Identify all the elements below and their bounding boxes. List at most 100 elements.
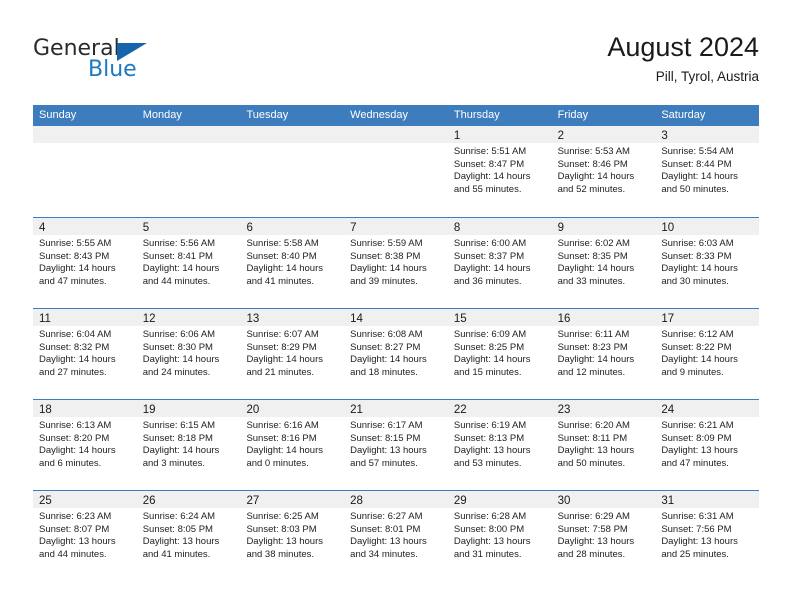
day-number: 20 bbox=[246, 404, 260, 416]
weekday-header-sunday: Sunday bbox=[39, 109, 77, 121]
daynum-band: 3 bbox=[655, 126, 760, 143]
sunrise-text: Sunrise: 5:56 AM bbox=[142, 238, 216, 249]
daynum-band: 14 bbox=[344, 309, 448, 326]
sunset-text: Sunset: 8:11 PM bbox=[557, 432, 628, 444]
day-cell[interactable] bbox=[136, 126, 241, 217]
day-cell[interactable]: 10 Sunrise: 6:03 AM Sunset: 8:33 PM Dayl… bbox=[655, 218, 760, 308]
day-cell[interactable]: 9 Sunrise: 6:02 AM Sunset: 8:35 PM Dayli… bbox=[551, 218, 656, 308]
sunset-text: Sunset: 8:30 PM bbox=[142, 341, 213, 353]
day-number: 1 bbox=[453, 130, 461, 142]
day-info: Sunrise: 6:12 AM Sunset: 8:22 PM Dayligh… bbox=[655, 326, 759, 379]
day-cell[interactable]: 30 Sunrise: 6:29 AM Sunset: 7:58 PM Dayl… bbox=[551, 491, 656, 581]
day-cell[interactable]: 7 Sunrise: 5:59 AM Sunset: 8:38 PM Dayli… bbox=[344, 218, 448, 308]
day-cell[interactable]: 25 Sunrise: 6:23 AM Sunset: 8:07 PM Dayl… bbox=[33, 491, 137, 581]
day-cell[interactable]: 2 Sunrise: 5:53 AM Sunset: 8:46 PM Dayli… bbox=[551, 126, 656, 217]
day-cell[interactable]: 29 Sunrise: 6:28 AM Sunset: 8:00 PM Dayl… bbox=[447, 491, 552, 581]
daynum-band: 9 bbox=[551, 218, 656, 235]
calendar-grid: Sunday Monday Tuesday Wednesday Thursday… bbox=[33, 105, 760, 581]
day-info: Sunrise: 5:58 AM Sunset: 8:40 PM Dayligh… bbox=[240, 235, 344, 288]
day-number: 6 bbox=[246, 222, 253, 234]
daylight-text: Daylight: 14 hours and 41 minutes. bbox=[246, 263, 324, 287]
day-cell[interactable] bbox=[344, 126, 448, 217]
weekday-header-row: Sunday Monday Tuesday Wednesday Thursday… bbox=[33, 105, 759, 126]
daynum-band bbox=[33, 126, 137, 143]
day-number: 4 bbox=[39, 222, 46, 234]
day-cell[interactable]: 13 Sunrise: 6:07 AM Sunset: 8:29 PM Dayl… bbox=[240, 309, 345, 399]
day-info: Sunrise: 6:27 AM Sunset: 8:01 PM Dayligh… bbox=[344, 508, 448, 561]
day-cell[interactable]: 22 Sunrise: 6:19 AM Sunset: 8:13 PM Dayl… bbox=[447, 400, 552, 490]
daylight-text: Daylight: 13 hours and 57 minutes. bbox=[350, 445, 427, 469]
day-cell[interactable]: 26 Sunrise: 6:24 AM Sunset: 8:05 PM Dayl… bbox=[136, 491, 241, 581]
daynum-band: 8 bbox=[447, 218, 552, 235]
day-info: Sunrise: 5:53 AM Sunset: 8:46 PM Dayligh… bbox=[552, 143, 656, 196]
daynum-band: 6 bbox=[240, 218, 345, 235]
sunset-text: Sunset: 8:23 PM bbox=[557, 341, 628, 353]
day-cell[interactable]: 4 Sunrise: 5:55 AM Sunset: 8:43 PM Dayli… bbox=[33, 218, 137, 308]
sunset-text: Sunset: 8:16 PM bbox=[246, 432, 317, 444]
daylight-text: Daylight: 14 hours and 30 minutes. bbox=[661, 263, 738, 287]
brand-logo[interactable]: General Blue bbox=[33, 36, 213, 86]
day-cell[interactable]: 18 Sunrise: 6:13 AM Sunset: 8:20 PM Dayl… bbox=[33, 400, 137, 490]
day-number: 24 bbox=[661, 404, 675, 416]
day-cell[interactable]: 5 Sunrise: 5:56 AM Sunset: 8:41 PM Dayli… bbox=[136, 218, 241, 308]
day-cell[interactable]: 23 Sunrise: 6:20 AM Sunset: 8:11 PM Dayl… bbox=[551, 400, 656, 490]
daynum-band: 10 bbox=[655, 218, 760, 235]
daynum-band: 29 bbox=[447, 491, 552, 508]
daylight-text: Daylight: 14 hours and 52 minutes. bbox=[557, 171, 635, 195]
day-number: 25 bbox=[39, 495, 52, 507]
day-cell[interactable]: 8 Sunrise: 6:00 AM Sunset: 8:37 PM Dayli… bbox=[447, 218, 552, 308]
daylight-text: Daylight: 14 hours and 44 minutes. bbox=[142, 263, 220, 287]
day-number: 18 bbox=[39, 404, 52, 416]
weekday-header-tuesday: Tuesday bbox=[246, 109, 289, 121]
daynum-band: 24 bbox=[655, 400, 760, 417]
weekday-header-thursday: Thursday bbox=[453, 109, 500, 121]
day-info: Sunrise: 6:15 AM Sunset: 8:18 PM Dayligh… bbox=[137, 417, 241, 470]
day-cell[interactable]: 19 Sunrise: 6:15 AM Sunset: 8:18 PM Dayl… bbox=[136, 400, 241, 490]
day-cell[interactable] bbox=[33, 126, 137, 217]
day-cell[interactable]: 14 Sunrise: 6:08 AM Sunset: 8:27 PM Dayl… bbox=[344, 309, 448, 399]
day-cell[interactable]: 20 Sunrise: 6:16 AM Sunset: 8:16 PM Dayl… bbox=[240, 400, 345, 490]
weekday-header-saturday: Saturday bbox=[661, 109, 706, 121]
day-cell[interactable]: 6 Sunrise: 5:58 AM Sunset: 8:40 PM Dayli… bbox=[240, 218, 345, 308]
day-info: Sunrise: 6:08 AM Sunset: 8:27 PM Dayligh… bbox=[344, 326, 448, 379]
day-number: 15 bbox=[453, 313, 467, 325]
day-cell[interactable]: 3 Sunrise: 5:54 AM Sunset: 8:44 PM Dayli… bbox=[655, 126, 760, 217]
sunrise-text: Sunrise: 6:28 AM bbox=[453, 511, 527, 522]
day-cell[interactable]: 17 Sunrise: 6:12 AM Sunset: 8:22 PM Dayl… bbox=[655, 309, 760, 399]
day-cell[interactable] bbox=[240, 126, 345, 217]
page-subtitle: Pill, Tyrol, Austria bbox=[655, 69, 759, 84]
day-cell[interactable]: 11 Sunrise: 6:04 AM Sunset: 8:32 PM Dayl… bbox=[33, 309, 137, 399]
day-cell[interactable]: 21 Sunrise: 6:17 AM Sunset: 8:15 PM Dayl… bbox=[344, 400, 448, 490]
sunrise-text: Sunrise: 6:06 AM bbox=[142, 329, 216, 340]
sunrise-text: Sunrise: 6:29 AM bbox=[557, 511, 630, 522]
daylight-text: Daylight: 14 hours and 36 minutes. bbox=[453, 263, 531, 287]
sunrise-text: Sunrise: 6:11 AM bbox=[557, 329, 630, 340]
day-number: 22 bbox=[453, 404, 467, 416]
daylight-text: Daylight: 13 hours and 47 minutes. bbox=[661, 445, 738, 469]
sunset-text: Sunset: 8:00 PM bbox=[453, 523, 525, 535]
sunrise-text: Sunrise: 6:02 AM bbox=[557, 238, 630, 249]
day-info: Sunrise: 5:56 AM Sunset: 8:41 PM Dayligh… bbox=[137, 235, 241, 288]
daylight-text: Daylight: 14 hours and 50 minutes. bbox=[661, 171, 738, 195]
daynum-band: 11 bbox=[33, 309, 137, 326]
day-cell[interactable]: 12 Sunrise: 6:06 AM Sunset: 8:30 PM Dayl… bbox=[136, 309, 241, 399]
day-cell[interactable]: 1 Sunrise: 5:51 AM Sunset: 8:47 PM Dayli… bbox=[447, 126, 552, 217]
day-cell[interactable]: 31 Sunrise: 6:31 AM Sunset: 7:56 PM Dayl… bbox=[655, 491, 760, 581]
day-info: Sunrise: 6:06 AM Sunset: 8:30 PM Dayligh… bbox=[137, 326, 241, 379]
day-number: 2 bbox=[557, 130, 564, 142]
day-cell[interactable]: 24 Sunrise: 6:21 AM Sunset: 8:09 PM Dayl… bbox=[655, 400, 760, 490]
daynum-band: 25 bbox=[33, 491, 137, 508]
day-info: Sunrise: 6:19 AM Sunset: 8:13 PM Dayligh… bbox=[448, 417, 552, 470]
day-info: Sunrise: 6:24 AM Sunset: 8:05 PM Dayligh… bbox=[137, 508, 241, 561]
daylight-text: Daylight: 13 hours and 41 minutes. bbox=[142, 536, 220, 560]
day-cell[interactable]: 15 Sunrise: 6:09 AM Sunset: 8:25 PM Dayl… bbox=[447, 309, 552, 399]
day-cell[interactable]: 27 Sunrise: 6:25 AM Sunset: 8:03 PM Dayl… bbox=[240, 491, 345, 581]
week-row: 25 Sunrise: 6:23 AM Sunset: 8:07 PM Dayl… bbox=[33, 490, 760, 581]
daynum-band: 28 bbox=[344, 491, 448, 508]
daylight-text: Daylight: 13 hours and 28 minutes. bbox=[557, 536, 635, 560]
day-info: Sunrise: 6:17 AM Sunset: 8:15 PM Dayligh… bbox=[344, 417, 448, 470]
day-number: 28 bbox=[350, 495, 363, 507]
day-cell[interactable]: 16 Sunrise: 6:11 AM Sunset: 8:23 PM Dayl… bbox=[551, 309, 656, 399]
day-number: 10 bbox=[661, 222, 675, 234]
day-cell[interactable]: 28 Sunrise: 6:27 AM Sunset: 8:01 PM Dayl… bbox=[344, 491, 448, 581]
